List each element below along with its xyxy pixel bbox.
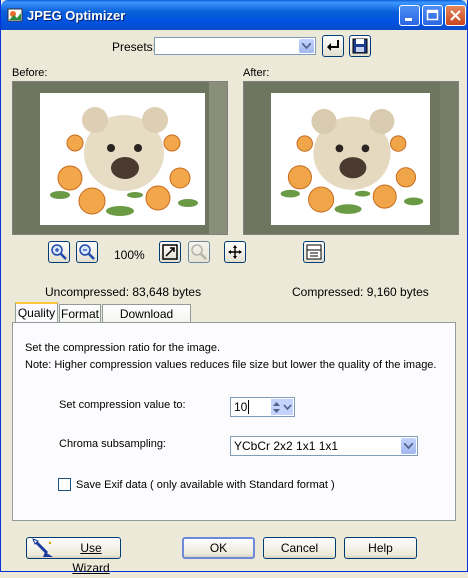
compression-label: Set compression value to: <box>59 399 186 411</box>
pan-button[interactable] <box>224 241 246 263</box>
zoom-actual-button[interactable] <box>188 241 210 263</box>
close-button[interactable] <box>445 5 466 26</box>
window-title: JPEG Optimizer <box>27 8 126 23</box>
bear-image-compressed <box>280 108 424 214</box>
chevron-down-icon <box>302 43 311 49</box>
app-icon <box>7 8 23 22</box>
load-preset-button[interactable] <box>322 35 344 57</box>
compression-spinner-buttons[interactable] <box>271 399 293 415</box>
chroma-subsampling-dropdown[interactable]: YCbCr 2x2 1x1 1x1 <box>230 436 418 456</box>
zoom-level: 100% <box>114 248 145 262</box>
before-preview[interactable] <box>12 81 228 235</box>
after-image <box>271 93 430 225</box>
zoom-in-button[interactable] <box>48 241 70 263</box>
before-image <box>40 93 205 225</box>
maximize-icon <box>426 9 439 21</box>
after-preview-scrollbar[interactable] <box>440 82 458 234</box>
quality-intro: Set the compression ratio for the image. <box>25 342 221 354</box>
wizard-icon <box>32 538 53 557</box>
save-exif-checkbox[interactable] <box>58 478 71 491</box>
save-preset-button[interactable] <box>349 35 371 57</box>
quality-note: Note: Higher compression values reduces … <box>25 359 437 371</box>
zoom-out-button[interactable] <box>76 241 98 263</box>
spin-up-down-icon <box>271 399 293 415</box>
layout-icon <box>306 244 322 260</box>
pan-move-icon <box>228 245 242 259</box>
chroma-label: Chroma subsampling: <box>59 438 166 450</box>
compression-spinner[interactable]: 10 <box>230 397 295 417</box>
jpeg-optimizer-dialog: JPEG Optimizer Presets: Before: After: 1… <box>0 0 468 575</box>
maximize-button[interactable] <box>422 5 443 26</box>
uncompressed-size: Uncompressed: 83,648 bytes <box>45 285 202 299</box>
tab-quality[interactable]: Quality <box>15 302 58 324</box>
presets-dropdown[interactable] <box>154 37 316 55</box>
tab-download-times[interactable]: Download Times <box>102 304 191 339</box>
chroma-dropdown-arrow[interactable] <box>401 438 416 454</box>
after-label: After: <box>243 67 270 79</box>
zoom-in-icon <box>51 244 67 260</box>
ok-button[interactable]: OK <box>182 537 255 559</box>
compression-value: 10 <box>234 400 248 414</box>
fit-to-window-button[interactable] <box>159 241 181 263</box>
presets-label: Presets: <box>112 40 157 54</box>
title-bar[interactable]: JPEG Optimizer <box>1 0 467 30</box>
use-wizard-button[interactable]: Use Wizard <box>26 537 121 575</box>
help-button[interactable]: Help <box>344 537 417 559</box>
cancel-button[interactable]: Cancel <box>263 537 336 559</box>
compressed-size: Compressed: 9,160 bytes <box>292 285 429 299</box>
tab-format[interactable]: Format <box>59 304 101 323</box>
zoom-out-icon <box>79 244 95 260</box>
preview-layout-button[interactable] <box>303 241 325 263</box>
chroma-value: YCbCr 2x2 1x1 1x1 <box>234 439 339 453</box>
bear-image <box>50 107 198 216</box>
save-exif-label[interactable]: Save Exif data ( only available with Sta… <box>76 479 335 491</box>
before-label: Before: <box>12 67 48 79</box>
chevron-down-icon <box>404 443 413 449</box>
presets-dropdown-arrow[interactable] <box>299 39 314 53</box>
arrow-return-icon <box>327 40 339 51</box>
fit-window-icon <box>162 244 178 260</box>
close-icon <box>450 10 461 21</box>
before-preview-scrollbar[interactable] <box>209 82 227 234</box>
after-preview[interactable] <box>243 81 459 235</box>
magnifier-disabled-icon <box>191 244 207 260</box>
use-wizard-label: Use Wizard <box>72 541 110 575</box>
minimize-icon <box>405 18 412 21</box>
floppy-disk-icon <box>352 38 368 54</box>
minimize-button[interactable] <box>399 5 420 26</box>
